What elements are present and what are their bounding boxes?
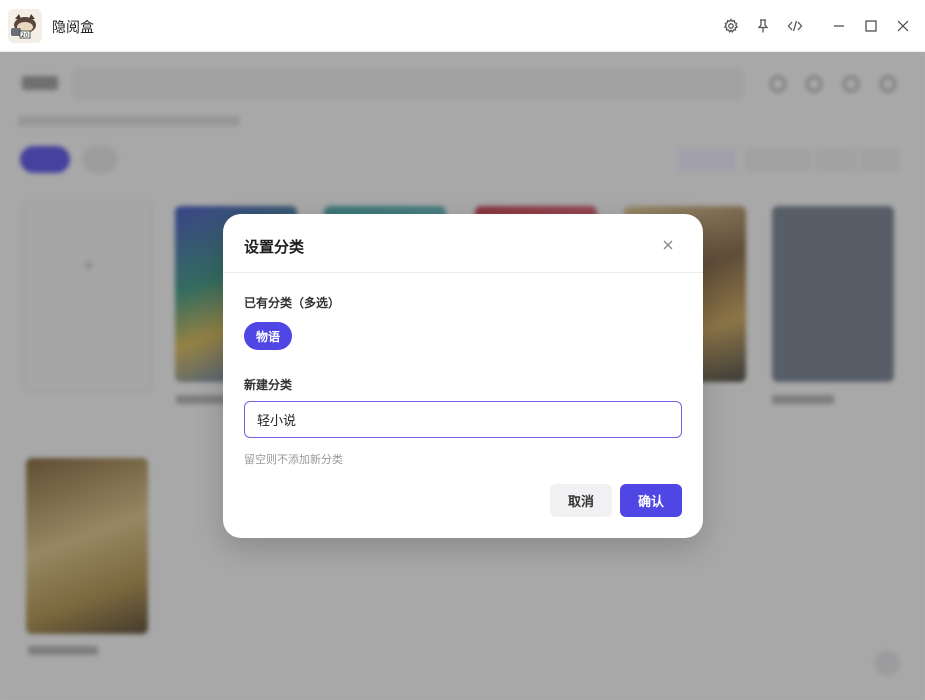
existing-categories-label: 已有分类（多选）	[244, 296, 341, 310]
category-tag[interactable]: 物语	[244, 322, 293, 350]
set-category-dialog: 设置分类 已有分类（多选） 物语 新建分类 留空则不添加新分类 取消 确认	[223, 214, 703, 538]
maximize-icon[interactable]	[859, 14, 883, 38]
new-category-hint: 留空则不添加新分类	[244, 453, 343, 466]
svg-text:20: 20	[21, 32, 29, 39]
pin-icon[interactable]	[751, 14, 775, 38]
cancel-button[interactable]: 取消	[550, 484, 612, 517]
title-bar: 20 隐阅盒	[0, 0, 925, 52]
close-icon[interactable]	[660, 237, 676, 253]
new-category-label: 新建分类	[244, 378, 293, 392]
new-category-input[interactable]	[244, 401, 682, 438]
minimize-icon[interactable]	[827, 14, 851, 38]
app-logo: 20	[8, 9, 42, 43]
dialog-title: 设置分类	[244, 238, 305, 256]
close-icon[interactable]	[891, 14, 915, 38]
dialog-divider	[223, 272, 703, 273]
code-icon[interactable]	[783, 14, 807, 38]
app-title: 隐阅盒	[52, 20, 94, 36]
settings-icon[interactable]	[719, 14, 743, 38]
confirm-button[interactable]: 确认	[620, 484, 682, 517]
